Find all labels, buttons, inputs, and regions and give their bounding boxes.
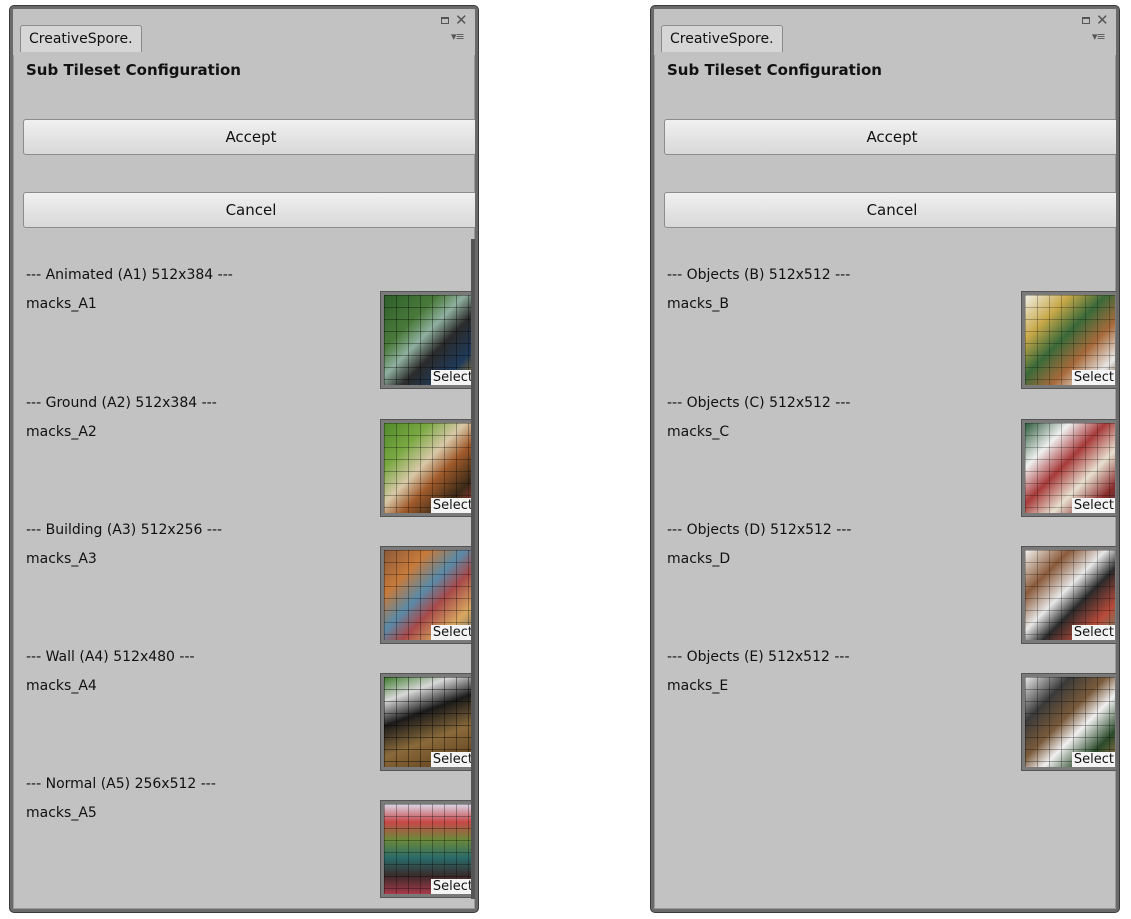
tileset-name: macks_C (667, 424, 730, 440)
tileset-preview-image: Select (1025, 423, 1115, 513)
accept-button[interactable]: Accept (23, 119, 475, 155)
tileset-config-window-right: CreativeSpore. ✕ ▾≡ Sub Tileset Configur… (651, 6, 1119, 912)
section-header: --- Building (A3) 512x256 --- (26, 522, 223, 538)
select-button[interactable]: Select (430, 370, 474, 385)
section-header: --- Normal (A5) 256x512 --- (26, 776, 216, 792)
page-title: Sub Tileset Configuration (26, 61, 241, 79)
section-header: --- Objects (B) 512x512 --- (667, 267, 851, 283)
window-titlebar: CreativeSpore. ✕ ▾≡ (654, 9, 1116, 55)
tileset-name: macks_D (667, 551, 731, 567)
scrollbar[interactable] (471, 239, 475, 899)
select-button[interactable]: Select (430, 879, 474, 894)
select-button[interactable]: Select (1071, 498, 1115, 513)
cancel-button[interactable]: Cancel (23, 192, 475, 228)
cancel-button[interactable]: Cancel (664, 192, 1116, 228)
tileset-thumbnail-a4[interactable]: Select (380, 673, 475, 771)
window-controls: ✕ ▾≡ (1080, 12, 1110, 49)
window-titlebar: CreativeSpore. ✕ ▾≡ (13, 9, 475, 55)
section-header: --- Ground (A2) 512x384 --- (26, 395, 217, 411)
tileset-thumbnail-b[interactable]: Select (1021, 291, 1116, 389)
tileset-preview-image: Select (384, 550, 474, 640)
section-header: --- Wall (A4) 512x480 --- (26, 649, 195, 665)
tileset-thumbnail-a1[interactable]: Select (380, 291, 475, 389)
page-title: Sub Tileset Configuration (667, 61, 882, 79)
tileset-name: macks_A4 (26, 678, 97, 694)
panel-menu-icon[interactable]: ▾≡ (1092, 31, 1106, 43)
window-tab[interactable]: CreativeSpore. (20, 25, 142, 52)
tileset-preview-image: Select (384, 804, 474, 894)
select-button[interactable]: Select (1071, 370, 1115, 385)
tileset-name: macks_A1 (26, 296, 97, 312)
tileset-thumbnail-c[interactable]: Select (1021, 419, 1116, 517)
tileset-name: macks_E (667, 678, 729, 694)
section-header: --- Objects (D) 512x512 --- (667, 522, 852, 538)
select-button[interactable]: Select (430, 752, 474, 767)
tileset-name: macks_B (667, 296, 729, 312)
maximize-icon[interactable] (441, 17, 449, 24)
window-controls: ✕ ▾≡ (439, 12, 469, 49)
tileset-name: macks_A2 (26, 424, 97, 440)
window-tab[interactable]: CreativeSpore. (661, 25, 783, 52)
select-button[interactable]: Select (430, 625, 474, 640)
close-icon[interactable]: ✕ (1096, 12, 1109, 28)
maximize-icon[interactable] (1082, 17, 1090, 24)
tileset-thumbnail-a5[interactable]: Select (380, 800, 475, 898)
tileset-preview-image: Select (1025, 550, 1115, 640)
section-header: --- Objects (E) 512x512 --- (667, 649, 850, 665)
select-button[interactable]: Select (1071, 752, 1115, 767)
select-button[interactable]: Select (430, 498, 474, 513)
tileset-thumbnail-a2[interactable]: Select (380, 419, 475, 517)
tileset-thumbnail-a3[interactable]: Select (380, 546, 475, 644)
tileset-config-window-left: CreativeSpore. ✕ ▾≡ Sub Tileset Configur… (10, 6, 478, 912)
tileset-name: macks_A5 (26, 805, 97, 821)
section-header: --- Objects (C) 512x512 --- (667, 395, 851, 411)
accept-button[interactable]: Accept (664, 119, 1116, 155)
tileset-preview-image: Select (384, 295, 474, 385)
close-icon[interactable]: ✕ (455, 12, 468, 28)
tileset-preview-image: Select (1025, 677, 1115, 767)
tileset-name: macks_A3 (26, 551, 97, 567)
panel-menu-icon[interactable]: ▾≡ (451, 31, 465, 43)
select-button[interactable]: Select (1071, 625, 1115, 640)
tileset-preview-image: Select (384, 423, 474, 513)
tileset-thumbnail-e[interactable]: Select (1021, 673, 1116, 771)
tileset-preview-image: Select (384, 677, 474, 767)
tileset-thumbnail-d[interactable]: Select (1021, 546, 1116, 644)
section-header: --- Animated (A1) 512x384 --- (26, 267, 233, 283)
tileset-preview-image: Select (1025, 295, 1115, 385)
